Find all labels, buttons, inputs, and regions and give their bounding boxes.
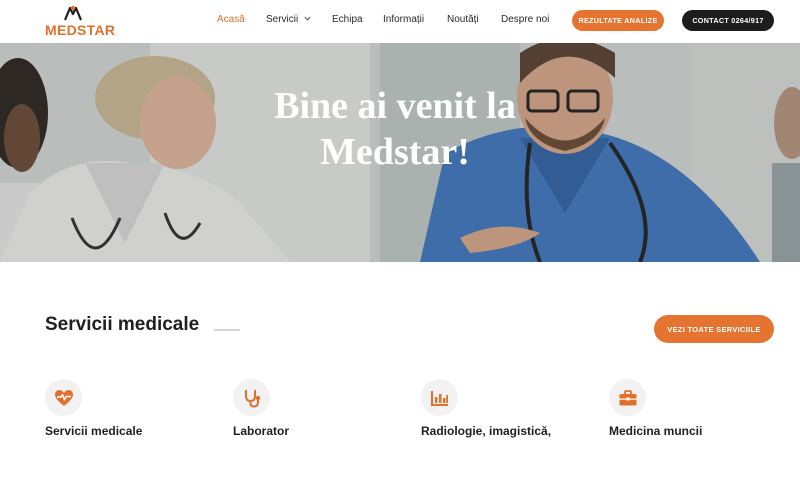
service-card-label: Radiologie, imagistică, — [421, 424, 552, 438]
heart-pulse-icon — [54, 389, 73, 406]
hero-banner: Bine ai venit la Medstar! — [0, 43, 800, 262]
section-title-divider — [214, 329, 240, 331]
nav-item-servicii[interactable]: Servicii — [266, 13, 312, 27]
nav-item-despre-noi[interactable]: Despre noi — [501, 13, 549, 27]
service-card-icon-wrap — [609, 379, 646, 416]
briefcase-icon — [619, 389, 636, 405]
nav-item-servicii-label: Servicii — [266, 14, 299, 25]
service-card-laborator[interactable]: Laborator — [233, 379, 403, 449]
medstar-logo[interactable]: MEDSTAR — [43, 5, 115, 38]
service-card-icon-wrap — [45, 379, 82, 416]
service-card-icon-wrap — [421, 379, 458, 416]
stethoscope-icon — [244, 389, 260, 408]
hero-title: Bine ai venit la Medstar! — [230, 83, 560, 175]
service-card-icon-wrap — [233, 379, 270, 416]
nav-item-noutati[interactable]: Noutăți — [447, 13, 479, 27]
results-button[interactable]: REZULTATE ANALIZE — [572, 10, 664, 31]
nav-item-informatii[interactable]: Informații — [383, 13, 424, 27]
hero-title-line1: Bine ai venit la — [274, 85, 516, 127]
service-card-radiologie[interactable]: Radiologie, imagistică, — [421, 379, 591, 449]
hero-title-line2: Medstar! — [320, 131, 470, 173]
nav-item-acasa[interactable]: Acasă — [217, 13, 245, 27]
chart-bars-icon — [430, 390, 448, 406]
logo-text: MEDSTAR — [45, 22, 116, 38]
service-card-label: Medicina muncii — [609, 424, 703, 438]
service-card-label: Servicii medicale — [45, 424, 143, 438]
service-card-medicina-muncii[interactable]: Medicina muncii — [609, 379, 779, 449]
contact-button[interactable]: CONTACT 0264/917 — [682, 10, 774, 31]
service-card-label: Laborator — [233, 424, 290, 438]
site-header: MEDSTAR Acasă Servicii Echipa Informații… — [0, 0, 800, 43]
nav-item-echipa[interactable]: Echipa — [332, 13, 363, 27]
service-card-servicii-medicale[interactable]: Servicii medicale — [45, 379, 215, 449]
chevron-down-icon — [304, 16, 311, 21]
logo-mark-icon — [63, 5, 83, 21]
services-section-title: Servicii medicale — [45, 314, 200, 335]
all-services-button[interactable]: VEZI TOATE SERVICIILE — [654, 315, 774, 343]
